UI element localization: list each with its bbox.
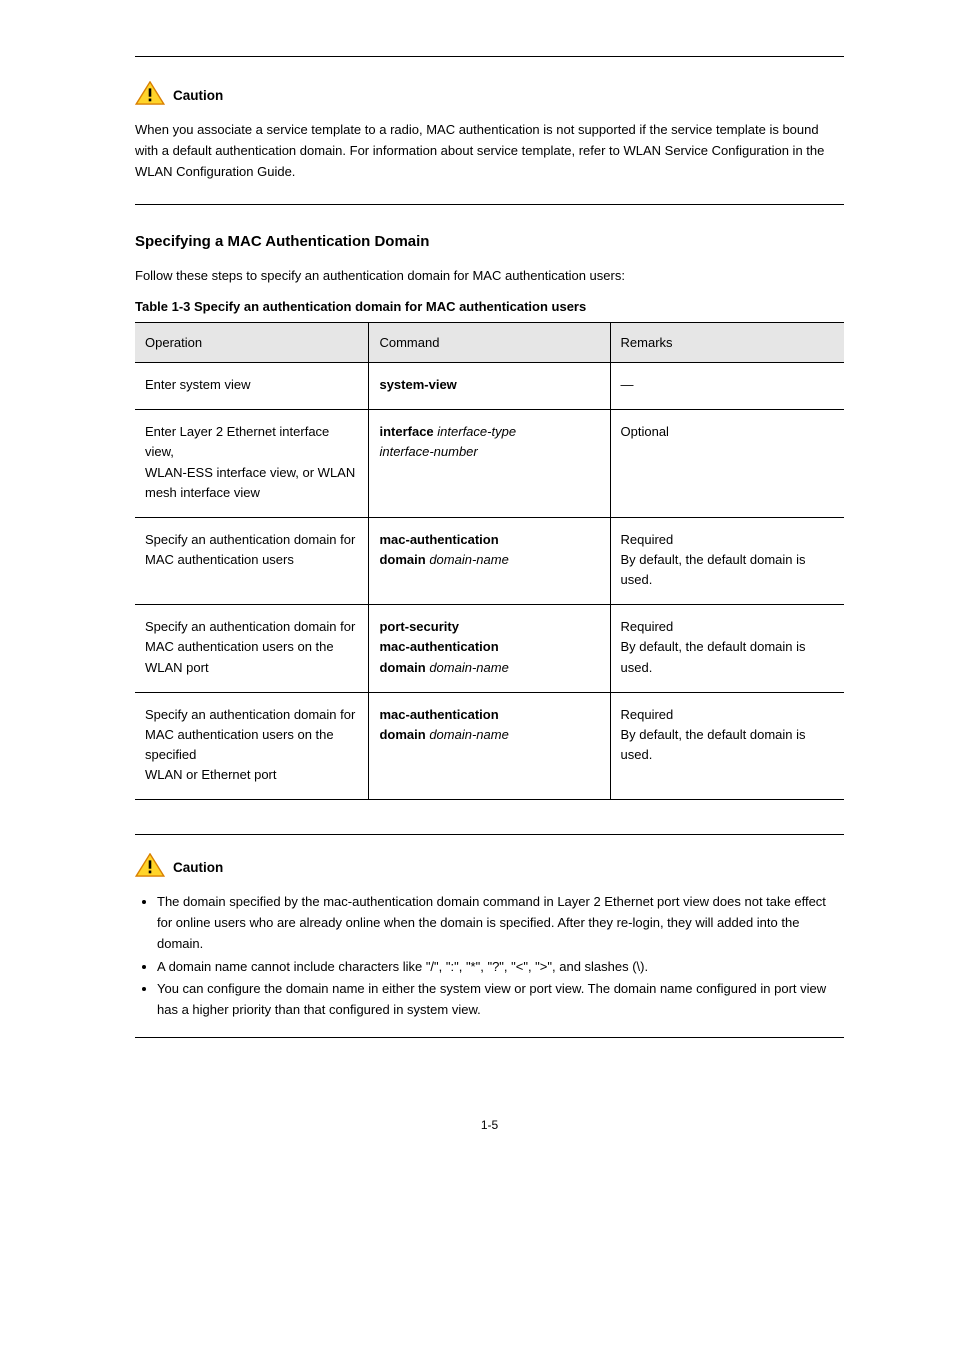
section-title: Specifying a MAC Authentication Domain: [135, 233, 844, 250]
caution-block-1: Caution: [135, 81, 844, 110]
table-row: Enter Layer 2 Ethernet interface view, W…: [135, 410, 844, 518]
caution-label: Caution: [173, 88, 223, 103]
col-header-command: Command: [369, 323, 610, 363]
page-number: 1-5: [135, 1118, 844, 1132]
caution-block-2: Caution: [135, 853, 844, 882]
list-item: You can configure the domain name in eit…: [157, 979, 844, 1021]
cell-remarks: —: [610, 363, 844, 410]
cell-command: port-security mac-authentication domain …: [369, 605, 610, 692]
table-caption: Table 1-3 Specify an authentication doma…: [135, 299, 844, 314]
cell-command: mac-authentication domain domain-name: [369, 692, 610, 800]
col-header-remarks: Remarks: [610, 323, 844, 363]
caution-label: Caution: [173, 860, 223, 875]
caution2-bullet-list: The domain specified by the mac-authenti…: [135, 892, 844, 1021]
cell-operation: Specify an authentication domain for MAC…: [135, 692, 369, 800]
cell-operation: Enter system view: [135, 363, 369, 410]
table-header-row: Operation Command Remarks: [135, 323, 844, 363]
section-intro: Follow these steps to specify an authent…: [135, 266, 844, 287]
list-item: A domain name cannot include characters …: [157, 957, 844, 978]
cell-command: interface interface-type interface-numbe…: [369, 410, 610, 518]
cell-remarks: Required By default, the default domain …: [610, 517, 844, 604]
table-row: Specify an authentication domain for MAC…: [135, 517, 844, 604]
table-row: Enter system viewsystem-view—: [135, 363, 844, 410]
warning-icon: [135, 853, 165, 882]
warning-icon: [135, 81, 165, 110]
cell-operation: Enter Layer 2 Ethernet interface view, W…: [135, 410, 369, 518]
list-item: The domain specified by the mac-authenti…: [157, 892, 844, 954]
col-header-operation: Operation: [135, 323, 369, 363]
cell-remarks: Optional: [610, 410, 844, 518]
table-row: Specify an authentication domain for MAC…: [135, 692, 844, 800]
cell-command: system-view: [369, 363, 610, 410]
cell-operation: Specify an authentication domain for MAC…: [135, 517, 369, 604]
cell-remarks: Required By default, the default domain …: [610, 692, 844, 800]
caution1-text: When you associate a service template to…: [135, 120, 844, 182]
cell-command: mac-authentication domain domain-name: [369, 517, 610, 604]
cell-remarks: Required By default, the default domain …: [610, 605, 844, 692]
cell-operation: Specify an authentication domain for MAC…: [135, 605, 369, 692]
config-table: Operation Command Remarks Enter system v…: [135, 322, 844, 800]
table-row: Specify an authentication domain for MAC…: [135, 605, 844, 692]
